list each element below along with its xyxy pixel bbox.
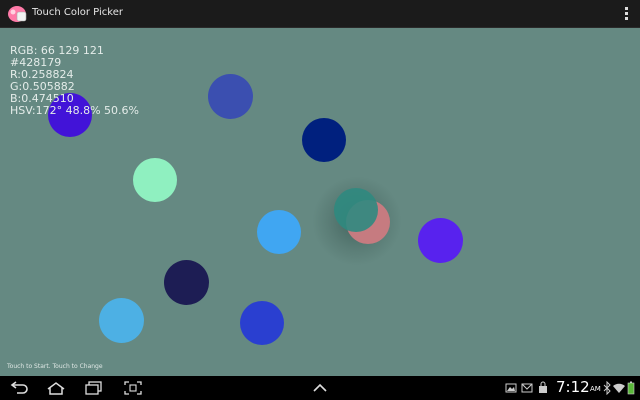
- battery-icon: [627, 381, 635, 395]
- back-icon[interactable]: [8, 380, 30, 396]
- color-circle[interactable]: [164, 260, 209, 305]
- hsv-value: HSV:172° 48.8% 50.6%: [10, 104, 139, 117]
- color-circle[interactable]: [257, 210, 301, 254]
- store-icon: [539, 381, 547, 393]
- app-palette-icon: [8, 6, 27, 22]
- screenshot-icon[interactable]: [122, 380, 144, 396]
- clock-time: 7:12: [556, 378, 590, 396]
- app-title: Touch Color Picker: [32, 7, 123, 18]
- selected-color-circle[interactable]: [334, 188, 378, 232]
- color-circle[interactable]: [133, 158, 177, 202]
- touch-canvas[interactable]: RGB: 66 129 121 #428179 R:0.258824 G:0.5…: [0, 28, 640, 376]
- overflow-menu-icon[interactable]: [624, 7, 630, 21]
- hint-text: Touch to Start. Touch to Change: [7, 363, 103, 370]
- color-circle[interactable]: [418, 218, 463, 263]
- clock-ampm: AM: [590, 385, 601, 393]
- color-circle[interactable]: [240, 301, 284, 345]
- home-icon[interactable]: [45, 380, 67, 396]
- system-nav-bar: 7:12 AM: [0, 376, 640, 400]
- email-icon: [521, 383, 533, 393]
- color-circle[interactable]: [208, 74, 253, 119]
- color-readout: RGB: 66 129 121 #428179 R:0.258824 G:0.5…: [10, 45, 139, 117]
- gallery-icon: [505, 383, 517, 393]
- color-circle[interactable]: [99, 298, 144, 343]
- up-chevron-icon[interactable]: [309, 380, 331, 396]
- wifi-icon: [613, 383, 625, 393]
- action-bar: Touch Color Picker: [0, 0, 640, 28]
- color-circle[interactable]: [302, 118, 346, 162]
- recent-apps-icon[interactable]: [83, 380, 105, 396]
- bluetooth-icon: [603, 381, 611, 395]
